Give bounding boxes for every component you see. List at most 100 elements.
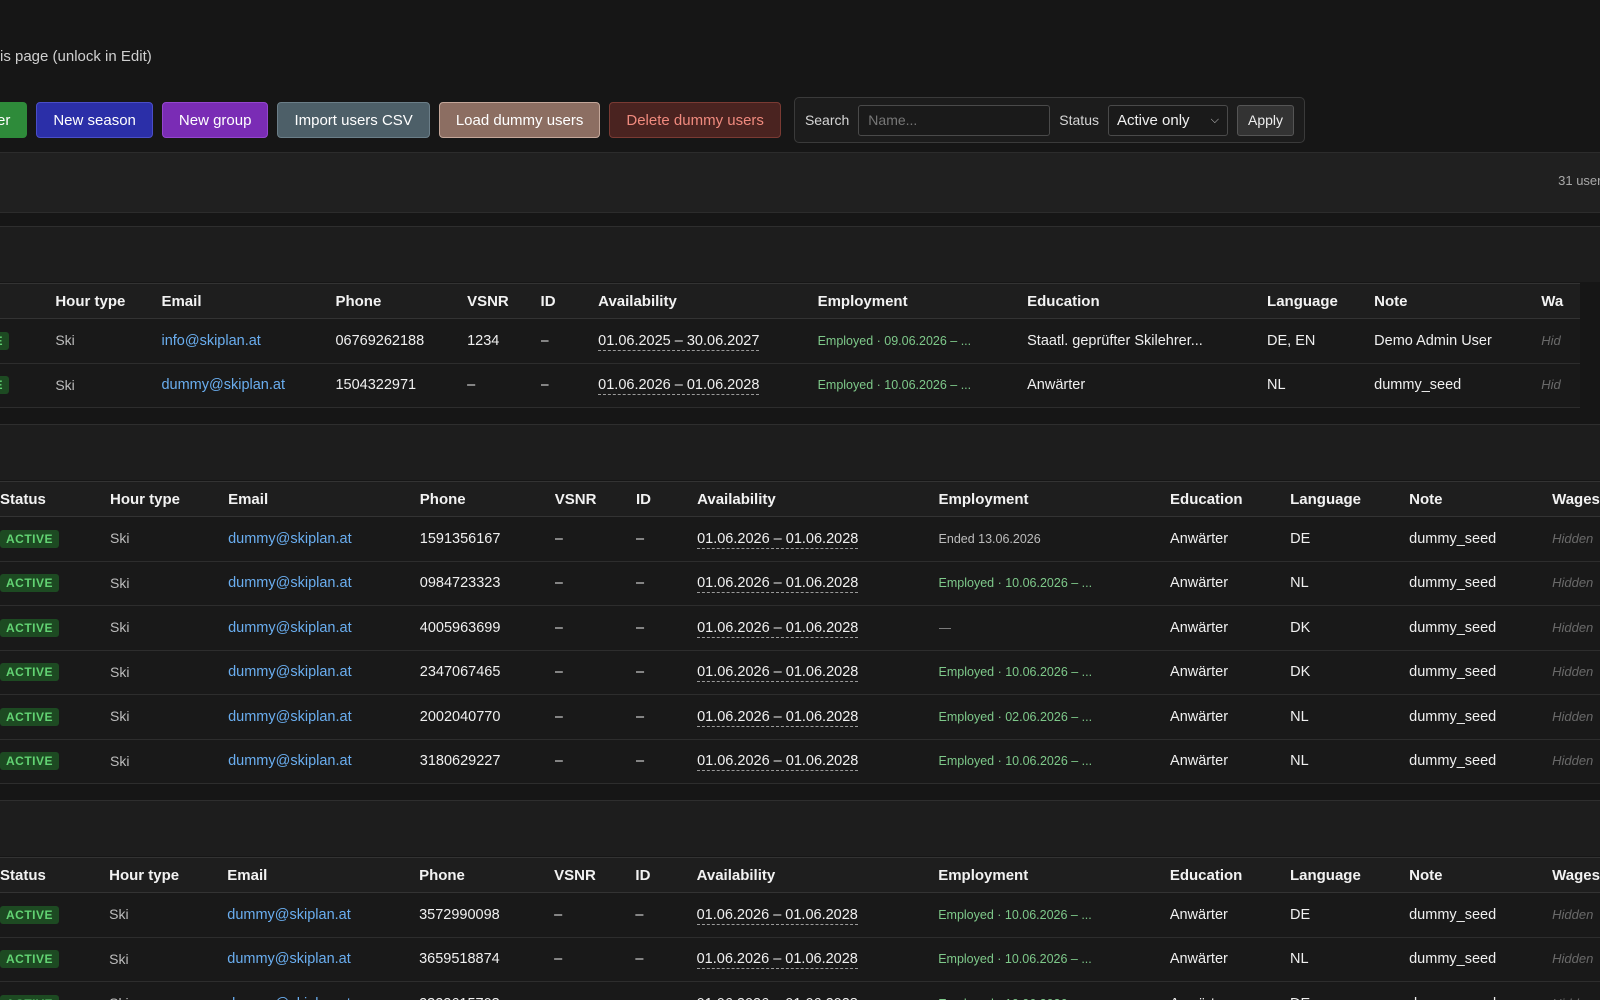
note-value: dummy_seed [1409,996,1496,1000]
cell-hour-type: Ski [55,363,162,408]
availability-range[interactable]: 01.06.2025 – 30.06.2027 [598,332,760,351]
column-header-phone[interactable]: Phone [419,857,555,893]
table-row[interactable]: ACTIVE Ski dummy@skiplan.at 3572990098 – – 01.… [0,892,1600,938]
column-header-wages[interactable]: Wa [1541,283,1580,319]
status-select[interactable]: Active only ⌵ [1108,104,1228,136]
table-row[interactable]: ACTIVE Ski dummy@skiplan.at 2002040770 – – 01.… [0,694,1600,740]
table-row[interactable]: ACTIVE Ski dummy@skiplan.at 0984723323 – – 01.… [0,561,1600,606]
availability-range[interactable]: 01.06.2026 – 01.06.2028 [598,377,760,396]
delete-dummy-users-button[interactable]: Delete dummy users [609,102,781,138]
column-header-language[interactable]: Language [1289,857,1410,893]
column-header-id[interactable]: ID [540,283,599,319]
column-header-education[interactable]: Education [1027,283,1268,319]
column-header-employment[interactable]: Employment [817,283,1028,319]
education-value: Anwärter [1170,753,1229,770]
availability-range[interactable]: 01.06.2026 – 01.06.2028 [696,906,858,925]
availability-range[interactable]: 01.06.2026 – 01.06.2028 [696,995,858,1000]
cell-wages: Hid [1541,363,1580,408]
cell-education: Anwärter [1170,516,1291,562]
note-value: dummy_seed [1409,619,1497,636]
column-header-id[interactable]: ID [635,481,698,517]
availability-range[interactable]: 01.06.2026 – 01.06.2028 [697,530,859,549]
table-row[interactable]: ACTIVE Ski dummy@skiplan.at 2322615703 – – 01.… [0,981,1600,1000]
table-row[interactable]: ACTIVE Ski dummy@skiplan.at 3659518874 – – 01.… [0,937,1600,982]
column-header-wages[interactable]: Wages [1552,481,1600,517]
column-header-email[interactable]: Email [161,283,336,319]
availability-range[interactable]: 01.06.2026 – 01.06.2028 [697,708,859,727]
column-header-hour-type[interactable]: Hour type [55,283,162,319]
email-link[interactable]: dummy@skiplan.at [228,753,352,769]
email-link[interactable]: dummy@skiplan.at [227,996,351,1000]
employment-status: Employed · 10.06.2026 – ... [938,576,1093,591]
cell-availability: 01.06.2026 – 01.06.2028 [697,561,939,606]
column-header-hour-type[interactable]: Hour type [109,857,228,893]
apply-button[interactable]: Apply [1237,104,1295,136]
column-header-employment[interactable]: Employment [938,481,1171,517]
hour-type-text: Ski [110,708,130,725]
column-header-vsnr[interactable]: VSNR [467,283,541,319]
employment-status: Ended 13.06.2026 [938,531,1041,546]
phone-value: 3180629227 [419,753,501,770]
column-header-note[interactable]: Note [1409,481,1553,517]
availability-range[interactable]: 01.06.2026 – 01.06.2028 [697,619,859,638]
email-link[interactable]: dummy@skiplan.at [227,907,351,923]
availability-range[interactable]: 01.06.2026 – 01.06.2028 [697,753,859,772]
email-link[interactable]: dummy@skiplan.at [228,709,352,725]
column-header-id[interactable]: ID [635,857,697,893]
availability-range[interactable]: 01.06.2026 – 01.06.2028 [697,664,859,683]
column-header-vsnr[interactable]: VSNR [554,857,636,893]
column-header-note[interactable]: Note [1409,857,1553,893]
table-row[interactable]: VE Ski dummy@skiplan.at 1504322971 – – 01.06.2… [0,363,1580,408]
status-badge: ACTIVE [0,529,60,548]
column-header-education[interactable]: Education [1169,857,1290,893]
column-header-hour-type[interactable]: Hour type [110,481,229,517]
new-user-button[interactable]: er [0,102,28,138]
column-header-email[interactable]: Email [227,857,420,893]
import-users-csv-button[interactable]: Import users CSV [277,102,430,138]
column-header-language[interactable]: Language [1267,283,1375,319]
column-header-availability[interactable]: Availability [598,283,818,319]
group-header[interactable] [0,226,1600,282]
column-header-employment[interactable]: Employment [938,857,1170,893]
cell-language: DE [1290,516,1410,562]
table-row[interactable]: ACTIVE Ski dummy@skiplan.at 3180629227 – – 01.… [0,739,1600,784]
search-input[interactable] [858,104,1051,136]
new-season-button[interactable]: New season [36,102,153,138]
column-header-phone[interactable]: Phone [335,283,468,319]
group-header[interactable] [0,424,1600,480]
availability-range[interactable]: 01.06.2026 – 01.06.2028 [697,575,859,594]
email-link[interactable]: dummy@skiplan.at [228,664,352,680]
new-group-button[interactable]: New group [161,102,269,138]
column-header-note[interactable]: Note [1374,283,1542,319]
column-header-language[interactable]: Language [1290,481,1410,517]
email-link[interactable]: dummy@skiplan.at [227,951,351,967]
column-header-phone[interactable]: Phone [419,481,555,517]
table-row[interactable]: ACTIVE Ski dummy@skiplan.at 2347067465 – – 01.… [0,650,1600,695]
email-link[interactable]: dummy@skiplan.at [161,377,285,393]
email-link[interactable]: dummy@skiplan.at [228,531,352,547]
vsnr-value: – [554,906,563,923]
column-header-vsnr[interactable]: VSNR [554,481,636,517]
table-row[interactable]: ACTIVE Ski dummy@skiplan.at 4005963699 – – 01.… [0,605,1600,651]
column-header-status[interactable]: Status [0,481,111,517]
column-header-email[interactable]: Email [228,481,420,517]
group-header[interactable] [0,800,1600,856]
table-row[interactable]: ACTIVE Ski dummy@skiplan.at 1591356167 – – 01.… [0,516,1600,562]
column-header-education[interactable]: Education [1170,481,1291,517]
availability-range[interactable]: 01.06.2026 – 01.06.2028 [696,951,858,970]
column-header-status[interactable]: s [0,283,56,319]
cell-wages: Hidden [1552,981,1600,1000]
cell-status: ACTIVE [0,605,111,651]
cell-status: ACTIVE [0,937,110,982]
column-header-wages[interactable]: Wages [1552,857,1600,893]
table-row[interactable]: VE Ski info@skiplan.at 06769262188 1234 – 01.0… [0,318,1580,364]
column-header-availability[interactable]: Availability [696,857,939,893]
email-link[interactable]: dummy@skiplan.at [228,575,352,591]
column-header-status[interactable]: Status [0,857,110,893]
column-header-availability[interactable]: Availability [697,481,939,517]
cell-email: dummy@skiplan.at [228,605,420,651]
email-link[interactable]: info@skiplan.at [161,333,260,349]
load-dummy-users-button[interactable]: Load dummy users [438,102,601,138]
email-link[interactable]: dummy@skiplan.at [228,620,352,636]
cell-email: dummy@skiplan.at [227,981,420,1000]
